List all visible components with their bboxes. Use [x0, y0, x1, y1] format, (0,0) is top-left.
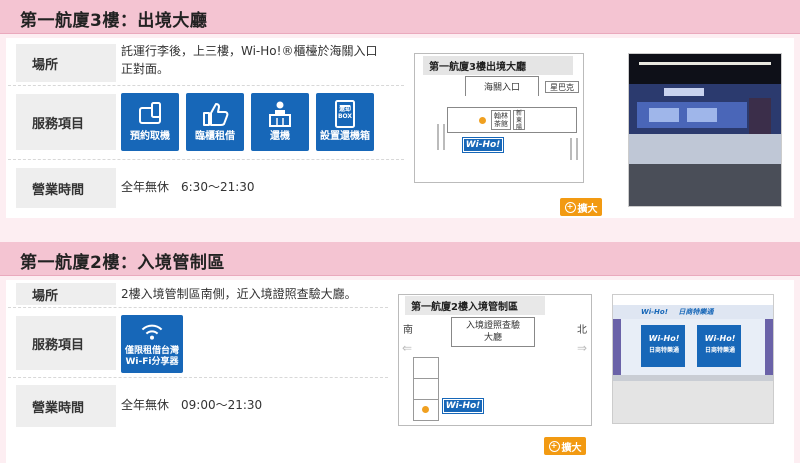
hours-row: 營業時間 全年無休 6:30～21:30: [8, 162, 404, 218]
service-label: 還機: [270, 131, 290, 142]
counter-photo: [629, 54, 781, 206]
section2-photo: Wi-Ho! 日商特樂通 Wi-Ho! 日商特樂通 Wi-Ho! 日商特樂通: [612, 294, 774, 424]
service-label: 設置還機箱: [320, 131, 370, 142]
service-label-line1: 僅限租借台灣: [124, 346, 179, 356]
location-row: 場所 託運行李後，上三樓，Wi-Ho!®櫃檯於海關入口 正對面。: [8, 38, 404, 86]
map-north-label: 北: [577, 325, 587, 336]
service-label: 預約取機: [130, 131, 170, 142]
map-title: 第一航廈3樓出境大廳: [423, 56, 573, 75]
service-reserve-pickup[interactable]: 預約取機: [121, 93, 179, 151]
location-label: 場所: [16, 283, 116, 305]
services-row: 服務項目 預約取機 臨櫃租借 還機 還却 BOX 設置還機箱: [8, 88, 404, 160]
hours-text: 全年無休 09:00～21:30: [121, 398, 263, 412]
location-text-line1: 託運行李後，上三樓，Wi-Ho!®櫃檯於海關入口: [121, 44, 378, 58]
location-marker-dot: [479, 117, 486, 124]
services-row: 服務項目 僅限租借台灣 Wi-Fi分享器: [8, 310, 388, 378]
section2-zoom-button[interactable]: + 擴大: [544, 437, 586, 455]
photo-panel-right-logo: Wi-Ho!: [704, 334, 736, 343]
section1-card: 場所 託運行李後，上三樓，Wi-Ho!®櫃檯於海關入口 正對面。 服務項目 預約…: [6, 38, 794, 218]
zoom-label: 擴大: [561, 442, 582, 454]
photo-panel-left-logo: Wi-Ho!: [648, 334, 680, 343]
zoom-label: 擴大: [577, 203, 598, 215]
location-text: 2樓入境管制區南側，近入境證照查驗大廳。: [121, 287, 357, 301]
section2-map: 第一航廈2樓入境管制區 南 北 ⇐ ⇒ 入境證照查驗 大廳 Wi-Ho!: [398, 294, 592, 426]
map-side-label-line2: 東陽: [515, 116, 522, 131]
section1-header: 第一航廈3樓：出境大廳: [0, 0, 800, 34]
map-south-label: 南: [403, 325, 413, 336]
location-row: 場所 2樓入境管制區南側，近入境證照查驗大廳。: [8, 280, 388, 308]
photo-sign-logo: Wi-Ho!: [641, 308, 668, 316]
zoom-plus-icon: +: [548, 440, 560, 452]
south-arrow-icon: ⇐: [402, 341, 413, 355]
service-return[interactable]: 還機: [251, 93, 309, 151]
section2-header: 第一航廈2樓：入境管制區: [0, 242, 800, 276]
wiho-map-logo: Wi-Ho!: [442, 398, 484, 414]
section1-zoom-button[interactable]: + 擴大: [560, 198, 602, 216]
wifi-icon: [141, 324, 163, 340]
photo-panel-right-company: 日商特樂通: [704, 347, 735, 354]
service-taiwan-wifi[interactable]: 僅限租借台灣 Wi-Fi分享器: [121, 315, 183, 373]
map-hall-label: 入境證照查驗 大廳: [451, 317, 535, 347]
location-marker-dot: [422, 406, 429, 413]
hours-label: 營業時間: [16, 168, 116, 208]
map-side-label-line1: 新: [515, 109, 522, 117]
map-side-label: 新 東陽: [513, 109, 525, 131]
photo-sign-company: 日商特樂通: [678, 308, 714, 316]
section1-map: 第一航廈3樓出境大廳 海關入口 星巴克 翰林 茶館 新 東陽 Wi-Ho!: [414, 53, 584, 183]
return-box-text: 還却 BOX: [316, 106, 374, 120]
map-gate-label: 海關入口: [465, 76, 539, 96]
return-box-text-line1: 還却: [338, 106, 351, 113]
map-counter-label-line1: 翰林: [494, 112, 508, 120]
section1-title: 第一航廈3樓：出境大廳: [20, 11, 208, 31]
escalator-left: [437, 124, 445, 150]
map-hall-label-line1: 入境證照查驗: [465, 321, 520, 331]
service-return-box[interactable]: 還却 BOX 設置還機箱: [316, 93, 374, 151]
location-text: 託運行李後，上三樓，Wi-Ho!®櫃檯於海關入口 正對面。: [121, 42, 377, 78]
photo-panel-left: Wi-Ho! 日商特樂通: [643, 333, 685, 357]
hours-row: 營業時間 全年無休 09:00～21:30: [8, 380, 388, 436]
photo-panel-left-company: 日商特樂通: [648, 347, 679, 354]
phone-pickup-icon: [139, 102, 161, 124]
hours-label: 營業時間: [16, 385, 116, 427]
location-text-line2: 正對面。: [121, 62, 170, 76]
service-label: 臨櫃租借: [195, 131, 235, 142]
services-label: 服務項目: [16, 94, 116, 150]
map-hall-label-line2: 大廳: [483, 333, 502, 343]
map-counter-label: 翰林 茶館: [491, 110, 511, 130]
service-counter-rental[interactable]: 臨櫃租借: [186, 93, 244, 151]
north-arrow-icon: ⇒: [576, 341, 587, 355]
map-title: 第一航廈2樓入境管制區: [405, 296, 545, 315]
service-label-line2: Wi-Fi分享器: [125, 357, 179, 367]
section2-title: 第一航廈2樓：入境管制區: [20, 253, 225, 273]
wiho-map-logo: Wi-Ho!: [462, 137, 504, 153]
services-label: 服務項目: [16, 316, 116, 370]
map-counter-label-line2: 茶館: [494, 120, 508, 128]
hours-text: 全年無休 6:30～21:30: [121, 180, 255, 194]
escalator-right: [570, 138, 578, 160]
map-shop-label: 星巴克: [545, 81, 579, 93]
photo-panel-right: Wi-Ho! 日商特樂通: [699, 333, 741, 357]
map-counter-area: [447, 107, 577, 133]
return-box-text-line2: BOX: [337, 113, 353, 120]
zoom-plus-icon: +: [564, 201, 576, 213]
section1-photo: [628, 53, 782, 207]
counter-return-icon: [269, 101, 291, 127]
thumbs-up-icon: [203, 103, 229, 126]
photo-sign-top: Wi-Ho! 日商特樂通: [641, 307, 713, 317]
location-label: 場所: [16, 44, 116, 82]
section2-card: 場所 2樓入境管制區南側，近入境證照查驗大廳。 服務項目 僅限租借台灣 Wi-F…: [6, 280, 794, 463]
